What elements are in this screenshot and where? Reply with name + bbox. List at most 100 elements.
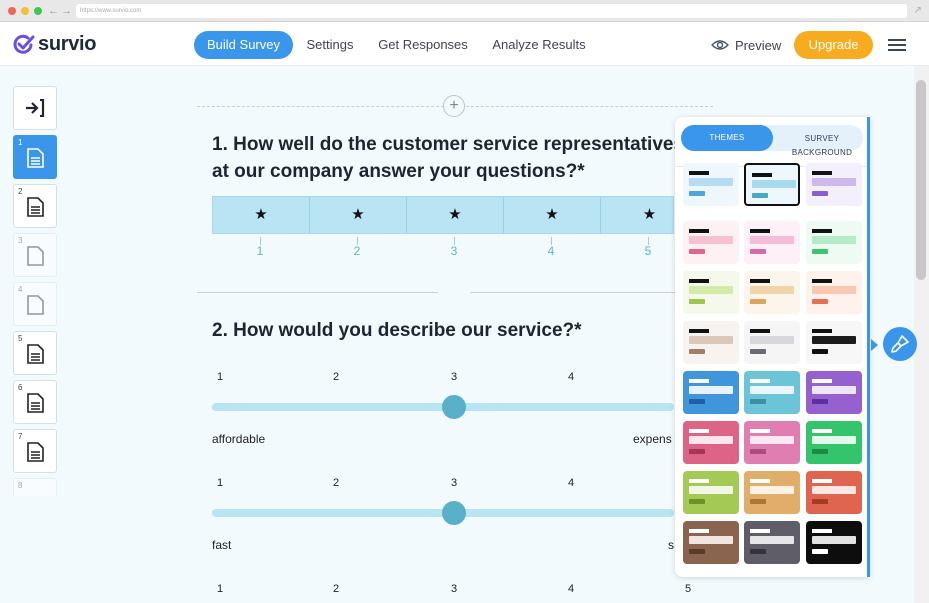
theme-swatch-1[interactable]	[683, 163, 739, 206]
theme-swatch-12[interactable]	[806, 321, 862, 364]
address-bar[interactable]: https://www.survio.com	[76, 4, 907, 18]
star-rating-bar: ★ ★ ★ ★ ★	[212, 196, 674, 234]
theme-preview-bar	[750, 486, 794, 494]
star-scale-number: 2	[353, 244, 361, 258]
theme-swatch-18[interactable]	[806, 421, 862, 464]
theme-preview-bar	[689, 386, 733, 394]
page-thumb-5[interactable]: 5	[13, 331, 57, 375]
theme-preview-bar	[750, 349, 766, 354]
theme-swatch-19[interactable]	[683, 471, 739, 514]
star-4-button[interactable]: ★	[504, 197, 601, 233]
theme-swatch-8[interactable]	[744, 271, 800, 314]
app-header: survio Build Survey Settings Get Respons…	[0, 22, 929, 66]
theme-preview-bar	[812, 399, 828, 404]
page-thumb-2[interactable]: 2	[13, 184, 57, 228]
theme-preview-bar	[689, 249, 705, 254]
theme-swatch-4[interactable]	[683, 221, 739, 264]
minimize-window-dot[interactable]	[21, 7, 29, 15]
page-number: 2	[18, 187, 23, 196]
theme-preview-bar	[812, 379, 832, 383]
theme-swatch-24[interactable]	[806, 521, 862, 564]
page-thumb-4[interactable]: 4	[13, 282, 57, 326]
zoom-window-dot[interactable]	[34, 7, 42, 15]
slider-handle[interactable]	[442, 501, 466, 525]
eye-icon	[711, 40, 729, 50]
theme-swatch-10[interactable]	[683, 321, 739, 364]
theme-swatch-6[interactable]	[806, 221, 862, 264]
exit-editor-button[interactable]	[13, 86, 57, 130]
theme-preview-bar	[689, 379, 709, 383]
theme-swatch-9[interactable]	[806, 271, 862, 314]
star-3-button[interactable]: ★	[407, 197, 504, 233]
scale-number: 4	[568, 583, 575, 595]
forward-arrow-icon[interactable]: →	[61, 4, 72, 18]
theme-preview-bar	[750, 449, 766, 454]
question-1-title[interactable]: 1. How well do the customer service repr…	[212, 131, 684, 185]
page-number: 6	[18, 383, 23, 392]
theme-preview-bar	[752, 180, 796, 188]
theme-swatch-5[interactable]	[744, 221, 800, 264]
page-thumb-3[interactable]: 3	[13, 233, 57, 277]
theme-swatch-2[interactable]	[744, 163, 800, 206]
theme-swatch-14[interactable]	[744, 371, 800, 414]
close-window-dot[interactable]	[8, 7, 16, 15]
star-2-button[interactable]: ★	[310, 197, 407, 233]
star-1-button[interactable]: ★	[213, 197, 310, 233]
logo-text: survio	[38, 32, 97, 55]
tab-analyze-results[interactable]: Analyze Results	[486, 31, 592, 59]
panel-pointer	[871, 339, 878, 351]
survio-logo[interactable]: survio	[13, 32, 97, 56]
theme-swatch-7[interactable]	[683, 271, 739, 314]
page-thumb-1[interactable]: 1	[13, 135, 57, 179]
theme-swatch-21[interactable]	[806, 471, 862, 514]
theme-preview-bar	[689, 329, 709, 333]
question-2-title[interactable]: 2. How would you describe our service?*	[212, 317, 582, 344]
theme-preview-bar	[689, 349, 705, 354]
slider-handle[interactable]	[442, 395, 466, 419]
theme-swatch-13[interactable]	[683, 371, 739, 414]
theme-swatch-3[interactable]	[806, 163, 862, 206]
theme-preview-bar	[812, 429, 832, 433]
theme-preview-bar	[750, 499, 766, 504]
theme-swatch-22[interactable]	[683, 521, 739, 564]
tab-build-survey[interactable]: Build Survey	[194, 31, 293, 59]
theme-swatch-17[interactable]	[744, 421, 800, 464]
theme-swatch-16[interactable]	[683, 421, 739, 464]
fullscreen-icon[interactable]: ↗	[914, 4, 922, 18]
scrollbar-thumb[interactable]	[916, 80, 926, 280]
tab-survey-background-line2: BACKGROUND	[791, 148, 853, 157]
tab-get-responses[interactable]: Get Responses	[372, 31, 474, 59]
scale-number: 3	[451, 583, 458, 595]
tab-themes[interactable]: THEMES	[681, 125, 773, 151]
preview-button[interactable]: Preview	[711, 32, 781, 58]
question-1-title-line1: 1. How well do the customer service repr…	[212, 134, 685, 155]
theme-preview-bar	[689, 299, 705, 304]
theme-preview-bar	[689, 279, 709, 283]
page-number: 1	[18, 138, 23, 147]
page-thumb-6[interactable]: 6	[13, 380, 57, 424]
page-thumb-7[interactable]: 7	[13, 429, 57, 473]
page-sidebar: 1 2 3 4 5 6 7 8	[0, 66, 66, 496]
question-separator	[470, 292, 675, 293]
theme-swatch-11[interactable]	[744, 321, 800, 364]
page-thumb-8[interactable]: 8	[13, 478, 57, 496]
theme-preview-bar	[812, 236, 856, 244]
theme-swatch-15[interactable]	[806, 371, 862, 414]
back-arrow-icon[interactable]: ←	[48, 4, 59, 18]
page-icon	[27, 442, 44, 462]
theme-preview-bar	[812, 178, 856, 186]
hamburger-menu-icon[interactable]	[888, 39, 906, 51]
slider-left-label: affordable	[212, 432, 266, 446]
slider-left-label: fast	[212, 538, 232, 552]
theme-swatch-20[interactable]	[744, 471, 800, 514]
tab-survey-background[interactable]: SURVEY BACKGROUND	[781, 132, 863, 160]
tab-settings[interactable]: Settings	[300, 31, 360, 59]
scale-number: 1	[217, 583, 224, 595]
theme-swatch-23[interactable]	[744, 521, 800, 564]
theme-preview-bar	[812, 436, 856, 444]
design-brush-button[interactable]	[883, 327, 917, 361]
theme-preview-bar	[689, 286, 733, 294]
add-question-button[interactable]: +	[443, 95, 465, 117]
theme-preview-bar	[689, 429, 709, 433]
upgrade-button[interactable]: Upgrade	[794, 31, 873, 59]
